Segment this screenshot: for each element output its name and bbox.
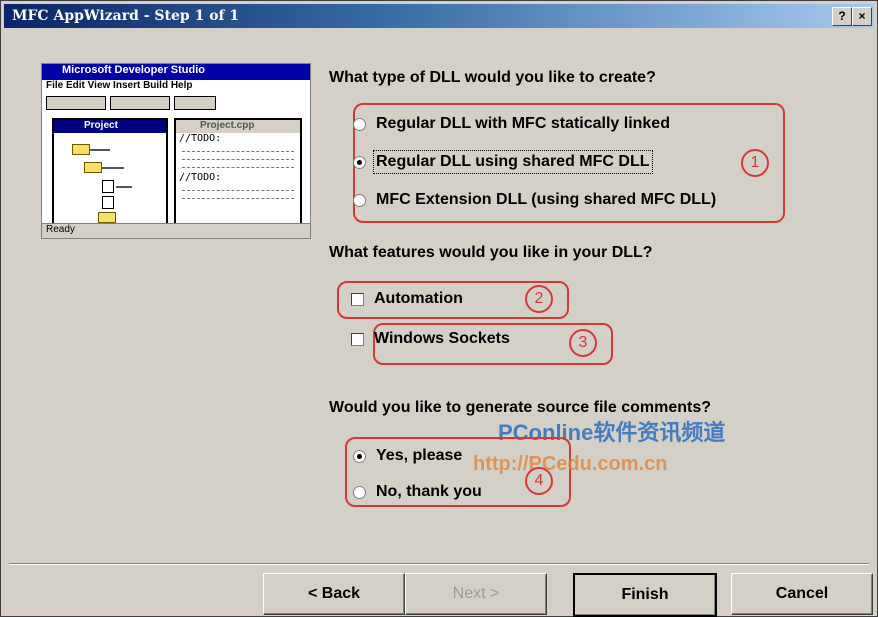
checkbox[interactable] [351, 292, 364, 306]
radio-button[interactable] [353, 193, 366, 207]
file-icon [102, 180, 114, 193]
toolbar-group-icon [110, 96, 170, 110]
watermark-url: http://PCedu.com.cn [473, 453, 668, 475]
option-label: Regular DLL with MFC statically linked [376, 115, 670, 132]
project-pane-title: Project [54, 120, 166, 133]
file-icon [102, 196, 114, 209]
radio-button[interactable] [353, 485, 366, 499]
option-label: Windows Sockets [374, 330, 510, 347]
tree-line [90, 149, 110, 151]
editor-pane-title: Project.cpp [176, 120, 300, 133]
preview-illustration: Microsoft Developer Studio File Edit Vie… [41, 63, 311, 239]
tree-line [116, 186, 132, 188]
annotation-number-3: 3 [569, 329, 597, 357]
code-line: //TODO: [179, 172, 222, 183]
code-squiggle [182, 156, 294, 160]
checkbox[interactable] [351, 332, 364, 346]
radio-regular-static[interactable]: Regular DLL with MFC statically linked [353, 115, 670, 133]
radio-button-selected[interactable] [353, 449, 366, 463]
close-button[interactable]: × [852, 7, 872, 26]
radio-regular-shared[interactable]: Regular DLL using shared MFC DLL [353, 150, 653, 174]
option-label: MFC Extension DLL (using shared MFC DLL) [376, 191, 717, 208]
folder-icon [84, 162, 102, 173]
radio-comments-no[interactable]: No, thank you [353, 483, 482, 501]
preview-project-pane: Project [52, 118, 168, 232]
preview-status-bar: Ready [42, 223, 310, 238]
checkbox-automation[interactable]: Automation [351, 290, 463, 308]
button-separator [9, 563, 869, 565]
back-button[interactable]: < Back [263, 573, 405, 615]
toolbar-group-icon [46, 96, 106, 110]
option-label: No, thank you [376, 483, 482, 500]
project-tree [64, 140, 154, 223]
code-squiggle [182, 187, 294, 191]
dll-type-question: What type of DLL would you like to creat… [329, 69, 656, 86]
cancel-button[interactable]: Cancel [731, 573, 873, 615]
toolbar-group-icon [174, 96, 216, 110]
wizard-window: MFC AppWizard - Step 1 of 1 ? × Microsof… [0, 0, 878, 617]
title-bar: MFC AppWizard - Step 1 of 1 ? × [4, 4, 874, 28]
tree-line [102, 167, 124, 169]
option-label: Automation [374, 290, 463, 307]
folder-icon [98, 212, 116, 223]
preview-toolbar [46, 96, 216, 110]
folder-icon [72, 144, 90, 155]
checkbox-windows-sockets[interactable]: Windows Sockets [351, 330, 510, 348]
finish-button[interactable]: Finish [573, 573, 717, 617]
window-title: MFC AppWizard - Step 1 of 1 [12, 8, 240, 24]
radio-comments-yes[interactable]: Yes, please [353, 447, 462, 465]
code-squiggle [182, 195, 294, 199]
help-button[interactable]: ? [832, 7, 852, 26]
preview-title: Microsoft Developer Studio [42, 64, 310, 80]
code-line: //TODO: [179, 133, 222, 144]
features-question: What features would you like in your DLL… [329, 244, 653, 261]
radio-mfc-extension[interactable]: MFC Extension DLL (using shared MFC DLL) [353, 191, 716, 209]
code-squiggle [182, 148, 294, 152]
code-squiggle [182, 164, 294, 168]
annotation-number-4: 4 [525, 467, 553, 495]
preview-editor-pane: Project.cpp //TODO: //TODO: [174, 118, 302, 234]
radio-button-selected[interactable] [353, 155, 366, 169]
annotation-number-1: 1 [741, 149, 769, 177]
next-button[interactable]: Next > [405, 573, 547, 615]
radio-button[interactable] [353, 117, 366, 131]
option-label: Regular DLL using shared MFC DLL [373, 150, 653, 174]
option-label: Yes, please [376, 447, 463, 464]
preview-menu: File Edit View Insert Build Help [46, 80, 193, 91]
annotation-number-2: 2 [525, 285, 553, 313]
